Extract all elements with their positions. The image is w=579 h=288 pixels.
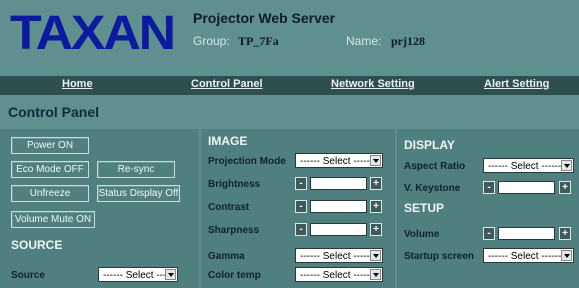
chevron-down-icon (370, 155, 381, 166)
image-section-title: IMAGE (208, 134, 248, 148)
nav-home[interactable]: Home (62, 78, 93, 90)
nav-bar: Home Control Panel Network Setting Alert… (0, 76, 579, 95)
group-label: Group: (193, 34, 230, 48)
setup-section-title: SETUP (404, 201, 445, 215)
color-temp-select-value: ------ Select ------ (300, 270, 374, 281)
source-select-value: ------ Select ------ (103, 270, 177, 281)
gamma-select[interactable]: ------ Select ------ (295, 248, 383, 263)
contrast-field[interactable] (310, 200, 367, 213)
source-section-title: SOURCE (11, 238, 63, 252)
name-label: Name: (346, 34, 382, 48)
projection-mode-select[interactable]: ------ Select ------ (295, 153, 383, 168)
chevron-down-icon (370, 269, 381, 280)
gamma-label: Gamma (208, 251, 245, 262)
volume-field[interactable] (498, 227, 555, 240)
unfreeze-button[interactable]: Unfreeze (11, 185, 89, 202)
taxan-logo: TAXAN (10, 7, 176, 60)
display-section-title: DISPLAY (404, 138, 455, 152)
contrast-plus-button[interactable]: + (370, 200, 382, 213)
aspect-ratio-select[interactable]: ------ Select ------ (483, 158, 574, 173)
brightness-label: Brightness (208, 179, 261, 190)
v-keystone-plus-button[interactable]: + (559, 181, 571, 194)
page-header-title: Projector Web Server (193, 10, 336, 26)
sharpness-minus-button[interactable]: - (295, 223, 307, 236)
contrast-label: Contrast (208, 202, 250, 213)
projection-mode-label: Projection Mode (208, 156, 286, 167)
page-title: Control Panel (8, 104, 100, 120)
source-label: Source (11, 270, 45, 281)
volume-minus-button[interactable]: - (483, 227, 495, 240)
v-keystone-label: V. Keystone (404, 183, 461, 194)
chevron-down-icon (561, 160, 572, 171)
group-value: TP_7Fa (238, 34, 279, 48)
chevron-down-icon (165, 269, 176, 280)
nav-network-setting[interactable]: Network Setting (331, 78, 415, 90)
chevron-down-icon (370, 250, 381, 261)
resync-button[interactable]: Re-sync (97, 161, 175, 178)
v-keystone-field[interactable] (498, 181, 555, 194)
display-setup-panel: DISPLAY Aspect Ratio ------ Select -----… (397, 129, 579, 288)
startup-screen-label: Startup screen (404, 251, 475, 262)
brightness-minus-button[interactable]: - (295, 177, 307, 190)
volume-label: Volume (404, 229, 440, 240)
volume-mute-on-button[interactable]: Volume Mute ON (11, 211, 95, 228)
aspect-ratio-label: Aspect Ratio (404, 161, 466, 172)
startup-screen-select-value: ------ Select ------ (488, 251, 562, 262)
nav-alert-setting[interactable]: Alert Setting (484, 78, 549, 90)
gamma-select-value: ------ Select ------ (300, 251, 374, 262)
aspect-ratio-select-value: ------ Select ------ (488, 161, 562, 172)
sharpness-field[interactable] (310, 223, 367, 236)
chevron-down-icon (561, 250, 572, 261)
v-keystone-minus-button[interactable]: - (483, 181, 495, 194)
nav-control-panel[interactable]: Control Panel (191, 78, 263, 90)
color-temp-label: Color temp (208, 270, 261, 281)
sharpness-plus-button[interactable]: + (370, 223, 382, 236)
contrast-minus-button[interactable]: - (295, 200, 307, 213)
brightness-field[interactable] (310, 177, 367, 190)
volume-plus-button[interactable]: + (559, 227, 571, 240)
eco-mode-off-button[interactable]: Eco Mode OFF (11, 161, 89, 178)
power-on-button[interactable]: Power ON (11, 137, 89, 154)
sharpness-label: Sharpness (208, 225, 260, 236)
color-temp-select[interactable]: ------ Select ------ (295, 267, 383, 282)
power-source-panel: Power ON Eco Mode OFF Re-sync Unfreeze S… (0, 129, 199, 288)
projection-mode-select-value: ------ Select ------ (300, 156, 374, 167)
image-panel: IMAGE Projection Mode ------ Select ----… (201, 129, 395, 288)
name-value: prj128 (391, 34, 425, 48)
status-display-off-button[interactable]: Status Display Off (97, 185, 180, 202)
startup-screen-select[interactable]: ------ Select ------ (483, 248, 574, 263)
source-select[interactable]: ------ Select ------ (98, 267, 178, 282)
brightness-plus-button[interactable]: + (370, 177, 382, 190)
